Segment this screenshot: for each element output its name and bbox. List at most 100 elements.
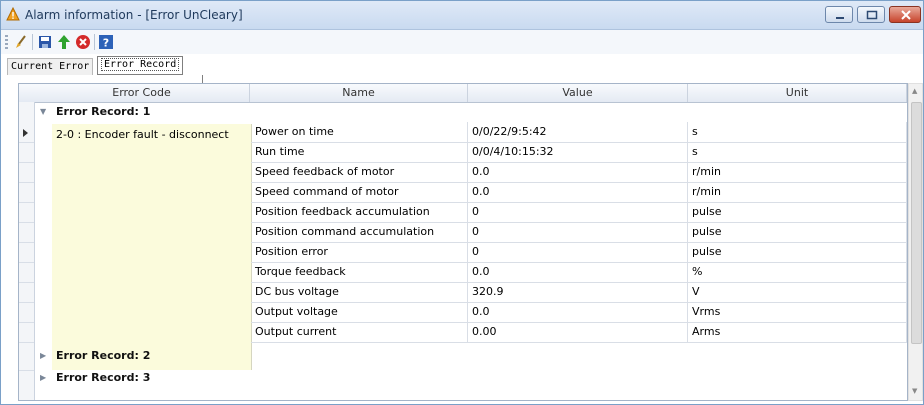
unit-cell: pulse (688, 202, 907, 222)
vertical-scrollbar[interactable]: ▲ ▼ (908, 83, 923, 401)
value-cell: 0 (468, 222, 688, 242)
table-row[interactable]: DC bus voltage 320.9 V (251, 282, 907, 303)
svg-text:?: ? (103, 37, 109, 50)
unit-cell: r/min (688, 162, 907, 182)
group-label: Error Record: 3 (56, 371, 151, 384)
upload-icon[interactable] (56, 34, 72, 50)
error-code-text: 2-0 : Encoder fault - disconnect (56, 128, 229, 141)
row-selector-divider (19, 282, 34, 283)
row-selector-divider (19, 222, 34, 223)
tab-strip: Current Error Error Record (1, 55, 923, 75)
unit-cell: s (688, 122, 907, 142)
value-cell: 0.0 (468, 262, 688, 282)
value-cell: 0/0/4/10:15:32 (468, 142, 688, 162)
help-icon[interactable]: ? (98, 34, 114, 50)
name-cell: Power on time (251, 122, 468, 142)
value-cell: 0.0 (468, 182, 688, 202)
row-selector-column (19, 102, 35, 400)
name-cell: Torque feedback (251, 262, 468, 282)
tab-error-record[interactable]: Error Record (97, 56, 184, 75)
value-cell: 0 (468, 242, 688, 262)
maximize-button[interactable] (857, 6, 885, 23)
value-cell: 0/0/22/9:5:42 (468, 122, 688, 142)
table-row[interactable]: Speed command of motor 0.0 r/min (251, 182, 907, 203)
table-row[interactable]: Output voltage 0.0 Vrms (251, 302, 907, 323)
maximize-icon (866, 10, 878, 20)
table-row[interactable]: Position error 0 pulse (251, 242, 907, 263)
name-cell: Output current (251, 322, 468, 342)
unit-cell: s (688, 142, 907, 162)
toolbar-separator (94, 34, 95, 50)
name-cell: Speed feedback of motor (251, 162, 468, 182)
scroll-up-icon[interactable]: ▲ (912, 87, 917, 95)
tab-current-error[interactable]: Current Error (7, 58, 94, 75)
expand-chevron-icon[interactable]: ▶ (40, 346, 46, 366)
toolbar-separator (32, 34, 33, 50)
column-header-value[interactable]: Value (468, 84, 688, 102)
unit-cell: % (688, 262, 907, 282)
unit-cell: Vrms (688, 302, 907, 322)
minimize-icon (836, 17, 844, 19)
table-row[interactable]: Torque feedback 0.0 % (251, 262, 907, 283)
row-selector-divider (19, 322, 34, 323)
title-bar: Alarm information - [Error UnCleary] (1, 1, 923, 30)
delete-icon[interactable] (75, 34, 91, 50)
row-selector-divider (19, 370, 34, 371)
row-selector-divider (19, 162, 34, 163)
name-cell: Run time (251, 142, 468, 162)
table-row[interactable]: Position command accumulation 0 pulse (251, 222, 907, 243)
group-label: Error Record: 2 (56, 349, 151, 362)
table-row[interactable]: Speed feedback of motor 0.0 r/min (251, 162, 907, 183)
error-code-cell[interactable]: 2-0 : Encoder fault - disconnect (52, 124, 252, 370)
column-header-name[interactable]: Name (250, 84, 468, 102)
value-cell: 320.9 (468, 282, 688, 302)
row-selector-divider (19, 262, 34, 263)
value-cell: 0.00 (468, 322, 688, 342)
table-row[interactable]: Power on time 0/0/22/9:5:42 s (251, 122, 907, 143)
tab-label: Error Record (101, 58, 180, 71)
close-button[interactable] (889, 6, 921, 23)
row-selector-divider (19, 242, 34, 243)
current-row-arrow-icon (23, 129, 28, 137)
row-selector-divider (19, 302, 34, 303)
alarm-information-window: Alarm information - [Error UnCleary] ? C… (0, 0, 924, 405)
scroll-down-icon[interactable]: ▼ (912, 387, 917, 395)
row-selector-divider (19, 142, 34, 143)
value-cell: 0 (468, 202, 688, 222)
unit-cell: r/min (688, 182, 907, 202)
unit-cell: pulse (688, 222, 907, 242)
scrollbar-thumb[interactable] (911, 102, 922, 344)
group-label: Error Record: 1 (56, 105, 151, 118)
value-cell: 0.0 (468, 162, 688, 182)
toolbar: ? (1, 30, 923, 54)
name-cell: DC bus voltage (251, 282, 468, 302)
row-selector-divider (19, 342, 34, 343)
column-header-error-code[interactable]: Error Code (34, 84, 250, 102)
window-title: Alarm information - [Error UnCleary] (25, 8, 243, 22)
table-row[interactable]: Output current 0.00 Arms (251, 322, 907, 343)
warning-icon (6, 7, 20, 21)
unit-cell: V (688, 282, 907, 302)
toolbar-grip[interactable] (5, 35, 8, 50)
name-cell: Output voltage (251, 302, 468, 322)
error-record-grid: Error Code Name Value Unit ▼ Error Recor… (18, 83, 908, 401)
name-cell: Position feedback accumulation (251, 202, 468, 222)
close-icon (901, 10, 911, 20)
grid-header: Error Code Name Value Unit (19, 84, 907, 103)
name-cell: Position error (251, 242, 468, 262)
table-row[interactable]: Position feedback accumulation 0 pulse (251, 202, 907, 223)
minimize-button[interactable] (825, 6, 853, 23)
row-selector-divider (19, 202, 34, 203)
brush-icon[interactable] (13, 34, 29, 50)
name-cell: Speed command of motor (251, 182, 468, 202)
unit-cell: Arms (688, 322, 907, 342)
expand-chevron-icon[interactable]: ▶ (40, 368, 46, 388)
value-cell: 0.0 (468, 302, 688, 322)
column-header-unit[interactable]: Unit (688, 84, 907, 102)
unit-cell: pulse (688, 242, 907, 262)
save-icon[interactable] (37, 34, 53, 50)
row-selector-divider (19, 182, 34, 183)
collapse-chevron-icon[interactable]: ▼ (40, 102, 46, 122)
name-cell: Position command accumulation (251, 222, 468, 242)
table-row[interactable]: Run time 0/0/4/10:15:32 s (251, 142, 907, 163)
